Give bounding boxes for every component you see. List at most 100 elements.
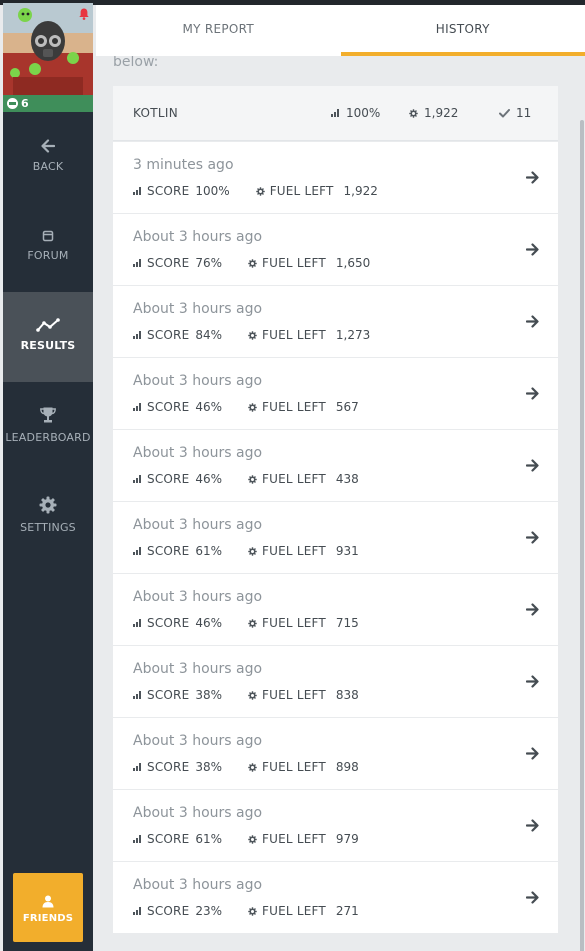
history-time: About 3 hours ago [133, 517, 263, 533]
sidebar-item-leaderboard[interactable]: LEADERBOARD [3, 382, 93, 472]
summary-score-value: 100% [346, 106, 381, 120]
history-row[interactable]: About 3 hours ago SCORE 61% FUEL LEFT 97… [113, 790, 558, 861]
arrow-right-icon[interactable] [526, 387, 539, 400]
fuel-label: FUEL LEFT [262, 472, 326, 486]
summary-count-value: 11 [516, 106, 532, 120]
history-time: About 3 hours ago [133, 733, 263, 749]
sidebar-item-settings[interactable]: SETTINGS [3, 472, 93, 562]
chat-icon [7, 98, 18, 109]
fuel-gear-icon [248, 258, 257, 268]
history-time: About 3 hours ago [133, 589, 263, 605]
arrow-right-icon[interactable] [526, 459, 539, 472]
tab-history[interactable]: HISTORY [340, 5, 585, 56]
fuel-gear-icon [248, 690, 257, 700]
score-label: SCORE [147, 328, 190, 342]
history-time: About 3 hours ago [133, 301, 263, 317]
signal-bars-icon [133, 475, 142, 483]
sidebar-item-label: BACK [32, 160, 64, 173]
fuel-label: FUEL LEFT [262, 688, 326, 702]
sidebar-item-label: LEADERBOARD [5, 431, 91, 444]
score-label: SCORE [147, 184, 190, 198]
forum-icon [42, 230, 54, 242]
history-row[interactable]: About 3 hours ago SCORE 38% FUEL LEFT 83… [113, 646, 558, 717]
fuel-value: 567 [335, 400, 359, 414]
history-meta: SCORE 38% FUEL LEFT 898 [133, 760, 359, 774]
signal-bars-icon [133, 331, 142, 339]
history-row[interactable]: 3 minutes ago SCORE 100% FUEL LEFT 1,922 [113, 142, 558, 213]
score-value: 100% [195, 184, 230, 198]
score-value: 46% [195, 616, 223, 630]
signal-bars-icon [133, 907, 142, 915]
history-meta: SCORE 100% FUEL LEFT 1,922 [133, 184, 378, 198]
history-row[interactable]: About 3 hours ago SCORE 46% FUEL LEFT 71… [113, 574, 558, 645]
signal-bars-icon [331, 109, 340, 117]
fuel-label: FUEL LEFT [262, 832, 326, 846]
fuel-gear-icon [248, 330, 257, 340]
friends-label: FRIENDS [22, 913, 74, 924]
fuel-value: 838 [335, 688, 359, 702]
fuel-gear-icon [248, 834, 257, 844]
history-meta: SCORE 61% FUEL LEFT 979 [133, 832, 359, 846]
fuel-label: FUEL LEFT [262, 760, 326, 774]
score-label: SCORE [147, 904, 190, 918]
score-value: 38% [195, 688, 223, 702]
signal-bars-icon [133, 259, 142, 267]
sidebar-item-results[interactable]: RESULTS [3, 292, 93, 382]
arrow-right-icon[interactable] [526, 747, 539, 760]
fuel-label: FUEL LEFT [262, 616, 326, 630]
arrow-right-icon[interactable] [526, 315, 539, 328]
fuel-label: FUEL LEFT [269, 184, 334, 198]
history-row[interactable]: About 3 hours ago SCORE 61% FUEL LEFT 93… [113, 502, 558, 573]
intro-text: below: [113, 56, 159, 70]
history-meta: SCORE 46% FUEL LEFT 438 [133, 472, 359, 486]
history-row[interactable]: About 3 hours ago SCORE 76% FUEL LEFT 1,… [113, 214, 558, 285]
history-time: About 3 hours ago [133, 229, 263, 245]
tab-my-report[interactable]: MY REPORT [96, 5, 341, 56]
history-time: About 3 hours ago [133, 805, 263, 821]
fuel-gear-icon [248, 762, 257, 772]
arrow-right-icon[interactable] [526, 531, 539, 544]
sidebar-item-forum[interactable]: FORUM [3, 205, 93, 295]
history-meta: SCORE 23% FUEL LEFT 271 [133, 904, 359, 918]
score-value: 23% [195, 904, 223, 918]
sidebar: 6 BACK FORUM RESULTS LEADERBOARD SETTING… [3, 3, 93, 951]
score-value: 61% [195, 544, 223, 558]
fuel-gear-icon [248, 402, 257, 412]
signal-bars-icon [133, 187, 142, 195]
arrow-right-icon[interactable] [526, 171, 539, 184]
notification-bell-icon[interactable] [79, 8, 89, 20]
arrow-right-icon[interactable] [526, 891, 539, 904]
friends-button[interactable]: FRIENDS [13, 873, 83, 942]
score-value: 76% [195, 256, 223, 270]
sidebar-item-label: FORUM [27, 249, 69, 262]
fuel-label: FUEL LEFT [262, 328, 326, 342]
fuel-label: FUEL LEFT [262, 904, 326, 918]
history-row[interactable]: About 3 hours ago SCORE 23% FUEL LEFT 27… [113, 862, 558, 933]
scrollbar[interactable] [580, 120, 584, 951]
sidebar-item-back[interactable]: BACK [3, 115, 93, 205]
fuel-value: 438 [335, 472, 359, 486]
arrow-right-icon[interactable] [526, 243, 539, 256]
summary-fuel-value: 1,922 [424, 106, 459, 120]
summary-fuel: 1,922 [409, 106, 458, 120]
avatar-status-bar: 6 [3, 95, 93, 112]
history-row[interactable]: About 3 hours ago SCORE 38% FUEL LEFT 89… [113, 718, 558, 789]
history-row[interactable]: About 3 hours ago SCORE 84% FUEL LEFT 1,… [113, 286, 558, 357]
history-time: About 3 hours ago [133, 373, 263, 389]
score-value: 38% [195, 760, 223, 774]
score-label: SCORE [147, 688, 190, 702]
score-label: SCORE [147, 472, 190, 486]
user-icon [42, 895, 54, 908]
arrow-right-icon[interactable] [526, 675, 539, 688]
history-time: About 3 hours ago [133, 877, 263, 893]
history-meta: SCORE 84% FUEL LEFT 1,273 [133, 328, 370, 342]
avatar[interactable] [3, 3, 93, 95]
tab-bar: MY REPORT HISTORY [96, 5, 585, 56]
arrow-right-icon[interactable] [526, 819, 539, 832]
arrow-right-icon[interactable] [526, 603, 539, 616]
history-row[interactable]: About 3 hours ago SCORE 46% FUEL LEFT 43… [113, 430, 558, 501]
friends-online-count: 6 [7, 95, 29, 112]
history-row[interactable]: About 3 hours ago SCORE 46% FUEL LEFT 56… [113, 358, 558, 429]
history-meta: SCORE 76% FUEL LEFT 1,650 [133, 256, 370, 270]
signal-bars-icon [133, 835, 142, 843]
